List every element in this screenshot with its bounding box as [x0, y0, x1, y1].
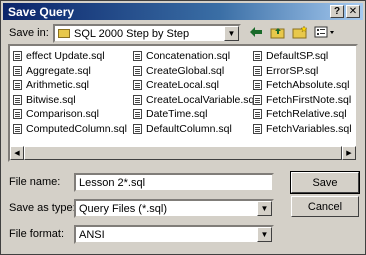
- back-arrow-icon[interactable]: [246, 23, 266, 41]
- file-name-input[interactable]: Lesson 2*.sql: [74, 173, 274, 192]
- folder-icon: [58, 29, 70, 38]
- file-item[interactable]: Bitwise.sql: [13, 93, 127, 108]
- close-button[interactable]: ✕: [346, 5, 360, 18]
- file-item[interactable]: FetchAbsolute.sql: [253, 78, 352, 93]
- view-menu-icon[interactable]: [312, 23, 338, 41]
- horizontal-scrollbar[interactable]: ◀ ▶: [10, 146, 356, 160]
- sql-file-icon: [13, 123, 22, 134]
- help-button[interactable]: ?: [330, 5, 344, 18]
- save-button[interactable]: Save: [290, 171, 360, 194]
- sql-file-icon: [13, 109, 22, 120]
- chevron-down-icon[interactable]: ▼: [257, 201, 272, 216]
- file-item[interactable]: DefaultColumn.sql: [133, 122, 257, 137]
- save-as-type-label: Save as type:: [9, 202, 76, 214]
- up-folder-icon[interactable]: [268, 23, 288, 41]
- file-item[interactable]: FetchVariables.sql: [253, 122, 352, 137]
- save-in-dropdown[interactable]: SQL 2000 Step by Step ▼: [53, 24, 241, 43]
- file-format-label: File format:: [9, 228, 65, 240]
- scroll-left-icon[interactable]: ◀: [10, 146, 24, 160]
- file-item[interactable]: DateTime.sql: [133, 107, 257, 122]
- sql-file-icon: [253, 109, 262, 120]
- sql-file-icon: [13, 65, 22, 76]
- sql-file-icon: [13, 51, 22, 62]
- save-as-type-value: Query Files (*.sql): [79, 202, 168, 215]
- dialog-title: Save Query: [8, 4, 75, 19]
- file-item[interactable]: CreateLocal.sql: [133, 78, 257, 93]
- file-item[interactable]: ErrorSP.sql: [253, 64, 352, 79]
- sql-file-icon: [253, 51, 262, 62]
- file-item[interactable]: CreateLocalVariable.sql: [133, 93, 257, 108]
- save-as-type-dropdown[interactable]: Query Files (*.sql) ▼: [74, 199, 274, 218]
- sql-file-icon: [253, 123, 262, 134]
- sql-file-icon: [133, 51, 142, 62]
- file-column-2: Concatenation.sql CreateGlobal.sql Creat…: [133, 49, 257, 136]
- chevron-down-icon[interactable]: ▼: [224, 26, 239, 41]
- scrollbar-thumb[interactable]: [24, 146, 342, 160]
- file-item[interactable]: CreateGlobal.sql: [133, 64, 257, 79]
- sql-file-icon: [133, 65, 142, 76]
- sql-file-icon: [13, 80, 22, 91]
- file-item[interactable]: FetchFirstNote.sql: [253, 93, 352, 108]
- file-column-1: effect Update.sql Aggregate.sql Arithmet…: [13, 49, 127, 136]
- file-item[interactable]: FetchRelative.sql: [253, 107, 352, 122]
- file-item[interactable]: Aggregate.sql: [13, 64, 127, 79]
- title-bar[interactable]: Save Query ? ✕: [3, 3, 363, 20]
- file-column-3: DefaultSP.sql ErrorSP.sql FetchAbsolute.…: [253, 49, 352, 136]
- save-query-dialog: Save Query ? ✕ Save in: SQL 2000 Step by…: [0, 0, 366, 255]
- save-in-label: Save in:: [9, 27, 49, 39]
- cancel-button[interactable]: Cancel: [291, 196, 359, 217]
- sql-file-icon: [253, 80, 262, 91]
- sql-file-icon: [133, 80, 142, 91]
- sql-file-icon: [13, 94, 22, 105]
- file-format-dropdown[interactable]: ANSI ▼: [74, 225, 274, 244]
- file-item[interactable]: Concatenation.sql: [133, 49, 257, 64]
- sql-file-icon: [133, 94, 142, 105]
- file-item[interactable]: DefaultSP.sql: [253, 49, 352, 64]
- chevron-down-icon[interactable]: ▼: [257, 227, 272, 242]
- save-in-value: SQL 2000 Step by Step: [74, 27, 190, 40]
- file-item[interactable]: effect Update.sql: [13, 49, 127, 64]
- sql-file-icon: [253, 65, 262, 76]
- sql-file-icon: [133, 123, 142, 134]
- sql-file-icon: [253, 94, 262, 105]
- sql-file-icon: [133, 109, 142, 120]
- scroll-right-icon[interactable]: ▶: [342, 146, 356, 160]
- file-name-value: Lesson 2*.sql: [79, 176, 146, 189]
- file-item[interactable]: Arithmetic.sql: [13, 78, 127, 93]
- file-name-label: File name:: [9, 176, 61, 188]
- file-format-value: ANSI: [79, 228, 105, 241]
- new-folder-icon[interactable]: [290, 23, 310, 41]
- file-list[interactable]: effect Update.sql Aggregate.sql Arithmet…: [8, 44, 358, 162]
- file-item[interactable]: Comparison.sql: [13, 107, 127, 122]
- file-item[interactable]: ComputedColumn.sql: [13, 122, 127, 137]
